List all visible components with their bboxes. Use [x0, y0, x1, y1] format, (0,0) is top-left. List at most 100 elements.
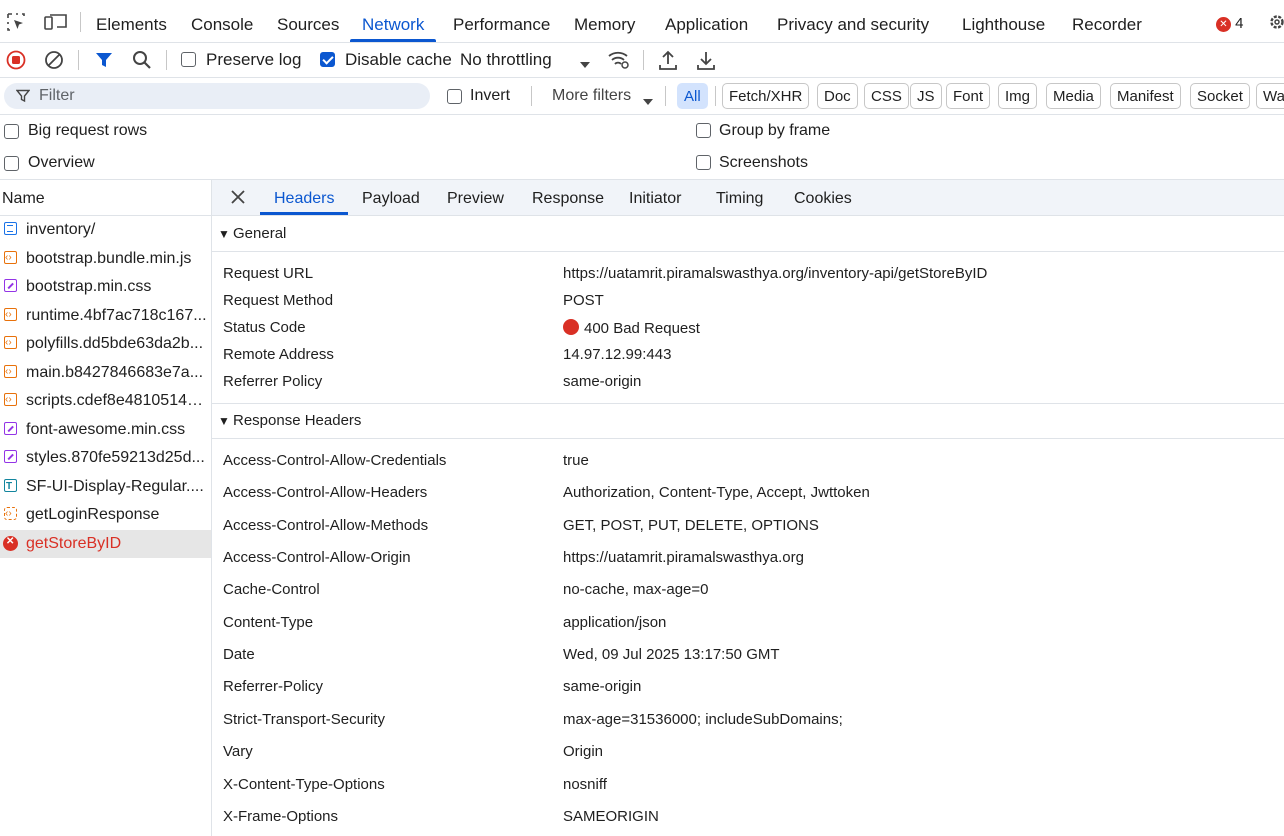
header-value[interactable]: max-age=31536000; includeSubDomains; [563, 711, 843, 728]
tab-privacy-and-security[interactable]: Privacy and security [777, 0, 929, 42]
screenshots-checkbox[interactable] [696, 155, 711, 170]
error-count-badge[interactable]: ✕ 4 [1216, 15, 1244, 33]
tab-application[interactable]: Application [665, 0, 748, 42]
screenshots-label[interactable]: Screenshots [719, 154, 808, 172]
header-value[interactable]: same-origin [563, 678, 641, 695]
filter-type-js[interactable]: JS [910, 83, 942, 109]
filter-funnel-icon[interactable] [95, 51, 113, 69]
clear-icon[interactable] [44, 50, 64, 70]
request-row[interactable]: runtime.4bf7ac718c167... [0, 302, 211, 330]
import-har-icon[interactable] [658, 49, 678, 71]
tab-recorder[interactable]: Recorder [1072, 0, 1142, 42]
request-name: main.b8427846683e7a... [26, 363, 204, 381]
big-request-rows-label[interactable]: Big request rows [28, 122, 147, 140]
tab-timing[interactable]: Timing [716, 180, 763, 215]
header-value[interactable]: nosniff [563, 776, 607, 793]
stop-recording-icon[interactable] [6, 50, 26, 70]
more-filters-dropdown[interactable]: More filters [552, 83, 631, 109]
header-value[interactable]: same-origin [563, 373, 641, 390]
close-icon[interactable] [231, 190, 245, 204]
script-icon [4, 330, 17, 357]
request-row[interactable]: inventory/ [0, 216, 211, 244]
header-key: Request URL [223, 265, 314, 282]
filter-type-socket[interactable]: Socket [1190, 83, 1250, 109]
filter-type-doc[interactable]: Doc [817, 83, 858, 109]
response-headers-section-header[interactable]: ▼ Response Headers [212, 403, 1284, 439]
tab-preview[interactable]: Preview [447, 180, 504, 215]
group-by-frame-label[interactable]: Group by frame [719, 122, 830, 140]
device-toolbar-icon[interactable] [44, 12, 68, 32]
filter-input[interactable]: Filter [4, 83, 430, 109]
header-value[interactable]: true [563, 452, 589, 469]
filter-type-media[interactable]: Media [1046, 83, 1101, 109]
request-name: SF-UI-Display-Regular.... [26, 477, 204, 495]
overview-label[interactable]: Overview [28, 154, 95, 172]
script-icon [4, 387, 17, 414]
disable-cache-checkbox[interactable] [320, 52, 335, 67]
filter-type-fetch-xhr[interactable]: Fetch/XHR [722, 83, 810, 109]
name-column-header[interactable]: Name [0, 180, 211, 216]
overview-checkbox[interactable] [4, 156, 19, 171]
header-value[interactable]: POST [563, 292, 604, 309]
header-value[interactable]: Origin [563, 743, 603, 760]
group-by-frame-checkbox[interactable] [696, 123, 711, 138]
request-row[interactable]: bootstrap.bundle.min.js [0, 245, 211, 273]
tab-lighthouse[interactable]: Lighthouse [962, 0, 1045, 42]
script-icon [4, 359, 17, 386]
tab-network[interactable]: Network [349, 0, 437, 42]
inspect-element-icon[interactable] [6, 12, 26, 32]
more-filters-chevron-icon[interactable] [642, 93, 654, 110]
tab-sources[interactable]: Sources [277, 0, 339, 42]
chevron-down-icon[interactable] [579, 56, 591, 73]
request-row[interactable]: getStoreByID [0, 529, 211, 558]
request-row[interactable]: SF-UI-Display-Regular.... [0, 473, 211, 501]
preserve-log-label[interactable]: Preserve log [206, 43, 301, 77]
filter-type-all[interactable]: All [677, 83, 708, 109]
header-value[interactable]: 400 Bad Request [563, 319, 700, 337]
tab-cookies[interactable]: Cookies [794, 180, 852, 215]
request-row[interactable]: bootstrap.min.css [0, 273, 211, 301]
header-value[interactable]: no-cache, max-age=0 [563, 581, 709, 598]
invert-checkbox[interactable] [447, 89, 462, 104]
header-value[interactable]: SAMEORIGIN [563, 808, 659, 825]
invert-label[interactable]: Invert [470, 83, 510, 109]
tab-performance[interactable]: Performance [453, 0, 550, 42]
header-value[interactable]: 14.97.12.99:443 [563, 346, 671, 363]
header-key: Referrer Policy [223, 373, 323, 390]
general-section-header[interactable]: ▼ General [212, 217, 1284, 252]
tab-memory[interactable]: Memory [574, 0, 635, 42]
tab-console[interactable]: Console [191, 0, 253, 42]
request-row[interactable]: polyfills.dd5bde63da2b... [0, 330, 211, 358]
filter-type-wasm[interactable]: Wa [1256, 83, 1284, 109]
request-row[interactable]: scripts.cdef8e4810514e... [0, 387, 211, 415]
disable-cache-label[interactable]: Disable cache [345, 43, 452, 77]
request-row[interactable]: main.b8427846683e7a... [0, 359, 211, 387]
header-value[interactable]: Wed, 09 Jul 2025 13:17:50 GMT [563, 646, 780, 663]
header-value[interactable]: GET, POST, PUT, DELETE, OPTIONS [563, 517, 819, 534]
big-request-rows-checkbox[interactable] [4, 124, 19, 139]
header-value[interactable]: Authorization, Content-Type, Accept, Jwt… [563, 484, 870, 501]
request-row[interactable]: font-awesome.min.css [0, 416, 211, 444]
tab-headers[interactable]: Headers [259, 180, 350, 215]
request-row[interactable]: getLoginResponse [0, 501, 211, 529]
tab-elements[interactable]: Elements [96, 0, 167, 42]
header-value[interactable]: application/json [563, 614, 666, 631]
throttling-select[interactable]: No throttling [460, 43, 552, 77]
filter-type-css[interactable]: CSS [864, 83, 909, 109]
filter-type-manifest[interactable]: Manifest [1110, 83, 1181, 109]
settings-gear-icon[interactable] [1268, 13, 1284, 31]
stylesheet-icon [4, 450, 17, 463]
search-icon[interactable] [132, 50, 152, 70]
tab-payload[interactable]: Payload [362, 180, 420, 215]
header-value[interactable]: https://uatamrit.piramalswasthya.org/inv… [563, 265, 987, 282]
header-value[interactable]: https://uatamrit.piramalswasthya.org [563, 549, 804, 566]
filter-funnel-outline-icon [15, 89, 31, 107]
request-row[interactable]: styles.870fe59213d25d... [0, 444, 211, 472]
tab-initiator[interactable]: Initiator [629, 180, 681, 215]
filter-type-img[interactable]: Img [998, 83, 1038, 109]
preserve-log-checkbox[interactable] [181, 52, 196, 67]
export-har-icon[interactable] [696, 49, 716, 71]
network-conditions-icon[interactable] [607, 50, 631, 70]
filter-type-font[interactable]: Font [946, 83, 991, 109]
tab-response[interactable]: Response [532, 180, 604, 215]
